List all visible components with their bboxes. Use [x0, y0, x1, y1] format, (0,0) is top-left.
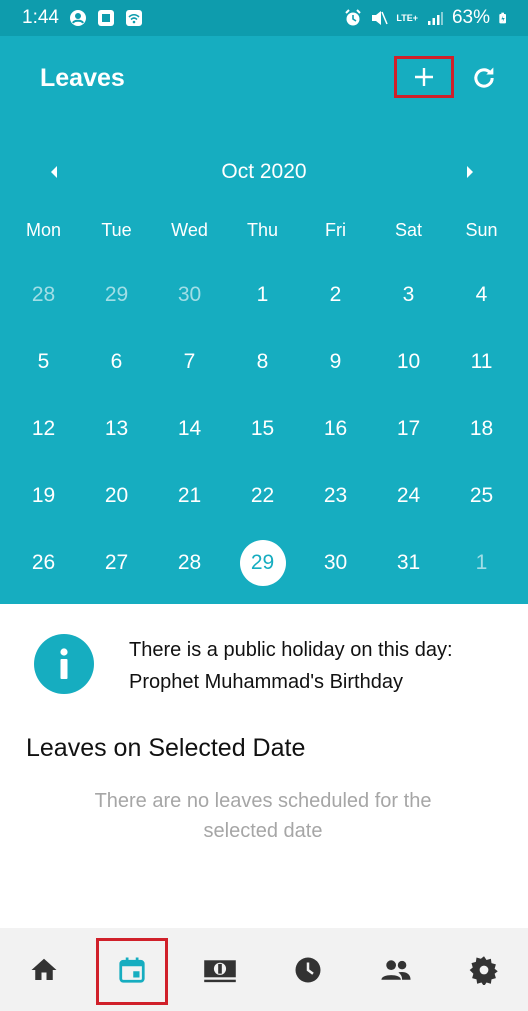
calendar-day[interactable]: 13	[80, 395, 153, 462]
calendar-day[interactable]: 22	[226, 462, 299, 529]
weekday-label: Mon	[25, 220, 61, 240]
battery-percent: 63%	[451, 7, 490, 28]
calendar-day[interactable]: 1	[226, 261, 299, 328]
calendar-day[interactable]: 5	[7, 328, 80, 395]
battery-charging-icon	[499, 12, 506, 24]
calendar-header: Leaves Oct 2020 Mon Tue Wed Thu Fri Sat	[0, 36, 528, 604]
calendar-day[interactable]: 4	[445, 261, 518, 328]
holiday-text: There is a public holiday on this day: P…	[129, 634, 519, 698]
network-label: LTE+	[396, 13, 418, 23]
calendar-day[interactable]: 30	[299, 529, 372, 596]
bottom-navigation	[0, 928, 528, 1011]
nav-attendance[interactable]	[264, 928, 352, 1011]
alarm-icon	[345, 9, 362, 26]
calendar-day[interactable]: 6	[80, 328, 153, 395]
gear-icon	[469, 955, 498, 985]
page-title: Leaves	[40, 64, 125, 92]
month-navigation: Oct 2020	[0, 152, 528, 192]
nav-settings[interactable]	[440, 928, 528, 1011]
calendar-week: 19 20 21 22 23 24 25	[7, 462, 518, 529]
weekday-label: Thu	[246, 220, 279, 240]
add-leave-button[interactable]	[394, 56, 454, 98]
weekday-header: Mon Tue Wed Thu Fri Sat Sun	[7, 220, 518, 241]
calendar-day[interactable]: 29	[80, 261, 153, 328]
calendar-day[interactable]: 17	[372, 395, 445, 462]
app-notification-icon	[97, 10, 114, 26]
info-icon	[34, 634, 94, 694]
calendar-day[interactable]: 25	[445, 462, 518, 529]
holiday-line: There is a public holiday on this day:	[129, 639, 453, 661]
calendar-day[interactable]: 1	[445, 529, 518, 596]
calendar-day[interactable]: 24	[372, 462, 445, 529]
calendar-day[interactable]: 2	[299, 261, 372, 328]
calendar-grid: 28 29 30 1 2 3 4 5 6 7 8 9 10 11 12 13 1…	[7, 261, 518, 596]
calendar-day[interactable]: 27	[80, 529, 153, 596]
calendar-day[interactable]: 23	[299, 462, 372, 529]
refresh-icon	[474, 67, 494, 88]
refresh-button[interactable]	[466, 60, 502, 96]
clock-icon	[295, 957, 321, 982]
calendar-day[interactable]: 15	[226, 395, 299, 462]
calendar-week: 26 27 28 29 30 31 1	[7, 529, 518, 596]
weekday-label: Sat	[394, 220, 423, 240]
signal-icon	[427, 12, 443, 25]
weekday-label: Sun	[465, 220, 498, 240]
calendar-day[interactable]: 19	[7, 462, 80, 529]
money-icon	[204, 959, 236, 982]
calendar-week: 28 29 30 1 2 3 4	[7, 261, 518, 328]
calendar-icon	[119, 957, 145, 983]
calendar-day[interactable]: 20	[80, 462, 153, 529]
weekday-label: Tue	[101, 220, 132, 240]
triangle-right-icon	[467, 166, 473, 178]
empty-line: There are no leaves scheduled for the	[94, 790, 432, 812]
calendar-day[interactable]: 16	[299, 395, 372, 462]
calendar-day[interactable]: 7	[153, 328, 226, 395]
nav-payroll[interactable]	[176, 928, 264, 1011]
next-month-button[interactable]	[454, 156, 486, 188]
calendar-day[interactable]: 9	[299, 328, 372, 395]
holiday-notice: There is a public holiday on this day: P…	[0, 608, 528, 718]
mute-icon	[372, 11, 389, 25]
nav-team[interactable]	[352, 928, 440, 1011]
calendar-day-selected[interactable]: 29	[226, 529, 299, 596]
plus-icon	[415, 68, 433, 86]
status-bar: 1:44 LTE+ 63%	[0, 0, 528, 36]
nav-calendar[interactable]	[88, 928, 176, 1011]
calendar-day[interactable]: 28	[153, 529, 226, 596]
calendar-day[interactable]: 3	[372, 261, 445, 328]
home-icon	[31, 958, 57, 980]
calendar-day[interactable]: 11	[445, 328, 518, 395]
calendar-week: 12 13 14 15 16 17 18	[7, 395, 518, 462]
people-icon	[381, 959, 411, 980]
status-time: 1:44	[22, 7, 59, 28]
calendar-day[interactable]: 31	[372, 529, 445, 596]
month-title: Oct 2020	[221, 160, 307, 183]
holiday-name: Prophet Muhammad's Birthday	[129, 671, 403, 693]
calendar-day[interactable]: 26	[7, 529, 80, 596]
empty-state-message: There are no leaves scheduled for the se…	[40, 786, 486, 846]
calendar-day[interactable]: 21	[153, 462, 226, 529]
calendar-day[interactable]: 12	[7, 395, 80, 462]
nav-home[interactable]	[0, 928, 88, 1011]
weekday-label: Fri	[325, 220, 346, 240]
weekday-label: Wed	[171, 220, 208, 240]
calendar-day[interactable]: 14	[153, 395, 226, 462]
calendar-day[interactable]: 8	[226, 328, 299, 395]
wifi-box-icon	[125, 10, 142, 26]
section-title: Leaves on Selected Date	[26, 734, 306, 762]
account-icon	[69, 10, 86, 26]
calendar-day[interactable]: 28	[7, 261, 80, 328]
calendar-day[interactable]: 10	[372, 328, 445, 395]
calendar-day[interactable]: 30	[153, 261, 226, 328]
empty-line: selected date	[203, 820, 323, 842]
calendar-day[interactable]: 18	[445, 395, 518, 462]
calendar-week: 5 6 7 8 9 10 11	[7, 328, 518, 395]
